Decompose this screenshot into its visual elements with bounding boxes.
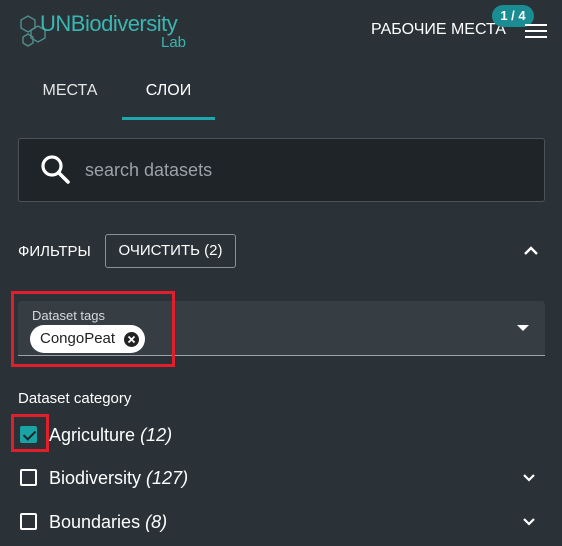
category-name: Biodiversity	[49, 468, 142, 488]
tag-chip-label: CongoPeat	[40, 330, 116, 347]
tag-chip-congopeat[interactable]: CongoPeat	[30, 325, 146, 353]
filters-label: ФИЛЬТРЫ	[18, 243, 91, 260]
logo-lab: Lab	[161, 34, 187, 51]
chevron-down-icon[interactable]	[522, 515, 536, 529]
checkbox-agriculture[interactable]	[20, 426, 37, 443]
app-header: UNBiodiversity Lab РАБОЧИЕ МЕСТА 1 / 4	[0, 0, 562, 62]
category-row-biodiversity[interactable]: Biodiversity (127)	[18, 463, 544, 493]
chevron-up-icon[interactable]	[520, 242, 542, 260]
search-input[interactable]	[83, 151, 523, 189]
tab-places[interactable]: МЕСТА	[18, 70, 122, 120]
unbiodiversity-lab-logo[interactable]: UNBiodiversity Lab	[18, 6, 208, 51]
category-row-boundaries[interactable]: Boundaries (8)	[18, 507, 544, 537]
category-count: (12)	[140, 425, 173, 445]
category-count: (127)	[146, 468, 189, 488]
checkbox-boundaries[interactable]	[20, 513, 37, 530]
category-row-agriculture[interactable]: Agriculture (12)	[18, 420, 544, 450]
hamburger-menu-icon[interactable]	[525, 22, 547, 40]
category-name: Agriculture	[49, 425, 136, 445]
logo-biodiversity: Biodiversity	[70, 11, 178, 36]
active-tab-indicator	[122, 117, 215, 120]
chip-remove-icon[interactable]	[124, 332, 140, 347]
category-label-agriculture: Agriculture (12)	[49, 424, 172, 446]
sidebar-tabs: МЕСТА СЛОИ	[18, 70, 544, 120]
checkbox-biodiversity[interactable]	[20, 469, 37, 486]
dropdown-arrow-icon[interactable]	[517, 325, 529, 331]
dataset-tags-label: Dataset tags	[32, 308, 105, 323]
workspaces-button[interactable]: РАБОЧИЕ МЕСТА	[371, 20, 506, 40]
category-name: Boundaries	[49, 512, 141, 532]
search-box	[18, 138, 545, 202]
category-label-biodiversity: Biodiversity (127)	[49, 467, 188, 489]
tab-layers[interactable]: СЛОИ	[122, 70, 215, 120]
logo-wordmark: UNBiodiversity	[40, 11, 178, 36]
logo-un: UN	[40, 11, 71, 36]
category-label-boundaries: Boundaries (8)	[49, 511, 167, 533]
dataset-category-title: Dataset category	[18, 390, 132, 407]
clear-filters-button[interactable]: ОЧИСТИТЬ (2)	[105, 234, 236, 268]
dataset-tags-select[interactable]: Dataset tags CongoPeat	[18, 301, 545, 356]
chevron-down-icon[interactable]	[522, 471, 536, 485]
search-icon	[41, 155, 70, 184]
category-count: (8)	[145, 512, 168, 532]
